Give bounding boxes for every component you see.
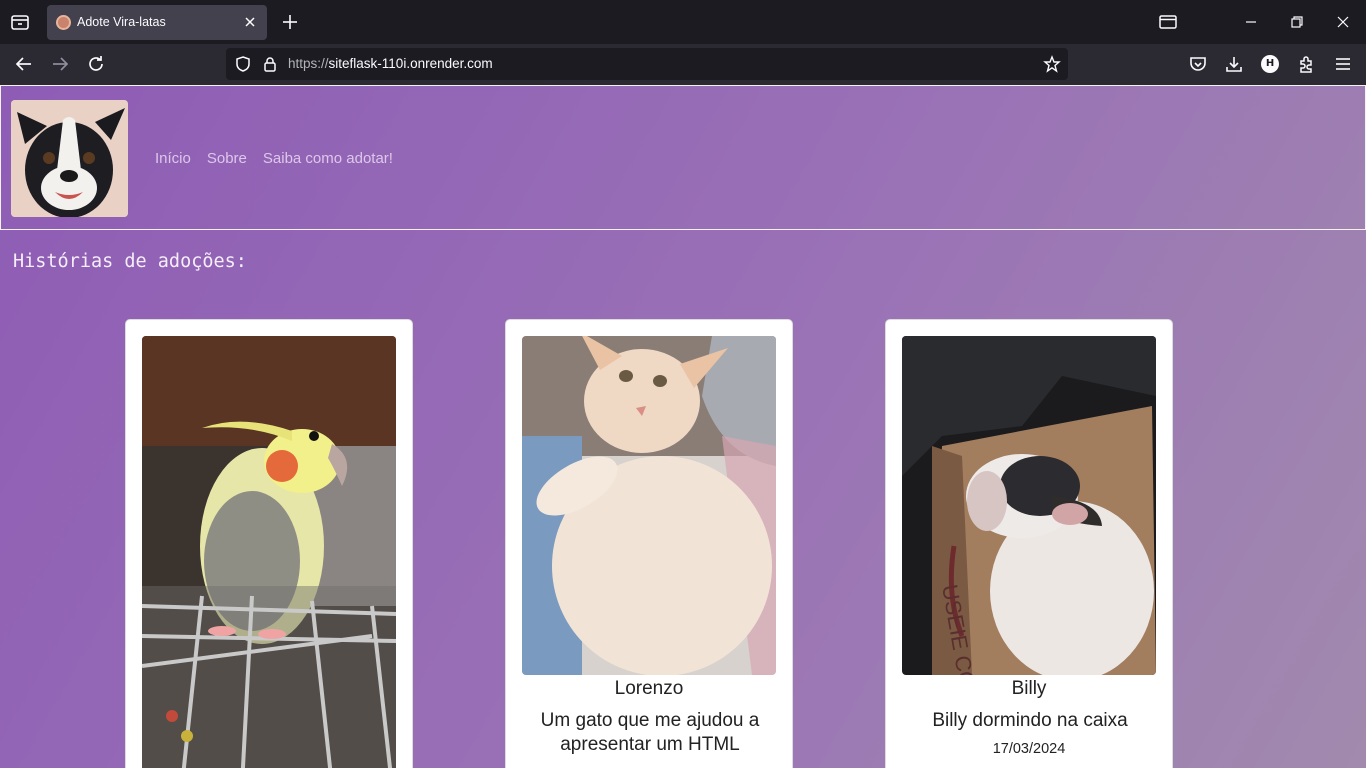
- nav-link-inicio[interactable]: Início: [155, 150, 191, 167]
- cockatiel-photo: [142, 336, 396, 768]
- adoption-card[interactable]: USEIE CON Billy Billy dormindo na caixa …: [885, 319, 1173, 768]
- site-header: Início Sobre Saiba como adotar!: [0, 85, 1366, 230]
- close-tab-icon[interactable]: [241, 13, 259, 31]
- url-host: siteflask-110i.onrender.com: [328, 56, 493, 71]
- dog-favicon-icon: [56, 15, 71, 30]
- tab-bar: Adote Vira-latas: [0, 0, 1366, 44]
- active-tab[interactable]: Adote Vira-latas: [47, 5, 267, 40]
- navigation-toolbar: https://siteflask-110i.onrender.com H: [0, 44, 1366, 85]
- close-window-icon[interactable]: [1333, 12, 1353, 32]
- account-avatar[interactable]: H: [1261, 55, 1279, 73]
- dog-in-box-photo: USEIE CON: [902, 336, 1156, 675]
- back-icon[interactable]: [14, 54, 34, 74]
- section-title: Histórias de adoções:: [13, 251, 247, 272]
- reload-icon[interactable]: [86, 54, 106, 74]
- menu-icon[interactable]: [1333, 54, 1353, 74]
- shield-icon[interactable]: [234, 55, 252, 73]
- restore-icon[interactable]: [1287, 12, 1307, 32]
- forward-icon[interactable]: [50, 54, 70, 74]
- nav-link-sobre[interactable]: Sobre: [207, 150, 247, 167]
- url-protocol: https://: [288, 56, 329, 71]
- card-name: Billy: [1011, 678, 1047, 699]
- minimize-icon[interactable]: [1241, 12, 1261, 32]
- card-description: Billy dormindo na caixa: [932, 710, 1128, 731]
- cat-photo: [522, 336, 776, 675]
- tab-title: Adote Vira-latas: [77, 15, 166, 29]
- tab-list-icon[interactable]: [8, 10, 32, 34]
- downloads-icon[interactable]: [1224, 54, 1244, 74]
- adoption-card[interactable]: [125, 319, 413, 768]
- card-date: 17/03/2024: [992, 741, 1066, 757]
- url-text[interactable]: https://siteflask-110i.onrender.com: [288, 56, 493, 71]
- card-name: Lorenzo: [614, 678, 684, 699]
- address-bar[interactable]: https://siteflask-110i.onrender.com: [226, 48, 1068, 80]
- extensions-icon[interactable]: [1297, 54, 1317, 74]
- web-page: Início Sobre Saiba como adotar! História…: [0, 85, 1366, 768]
- bookmark-star-icon[interactable]: [1043, 55, 1061, 73]
- nav-link-como-adotar[interactable]: Saiba como adotar!: [263, 150, 393, 167]
- dog-logo[interactable]: [11, 100, 128, 217]
- adoption-card[interactable]: Lorenzo Um gato que me ajudou a apresent…: [505, 319, 793, 768]
- pocket-icon[interactable]: [1188, 54, 1208, 74]
- lock-icon[interactable]: [261, 55, 279, 73]
- new-tab-icon[interactable]: [280, 12, 300, 32]
- tab-manager-icon[interactable]: [1158, 12, 1178, 32]
- site-nav: Início Sobre Saiba como adotar!: [155, 150, 393, 167]
- card-description: Um gato que me ajudou a apresentar um HT…: [540, 710, 760, 755]
